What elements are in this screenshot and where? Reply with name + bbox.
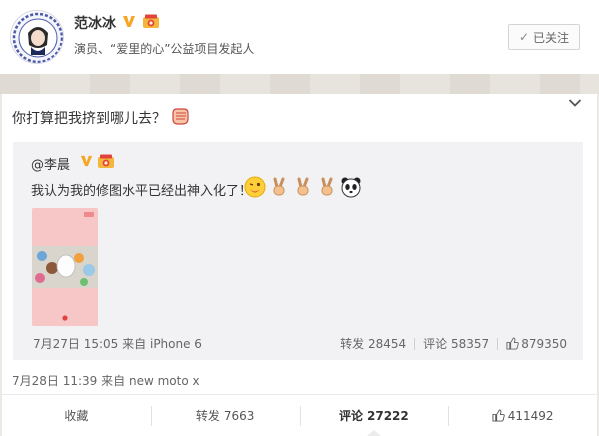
repost-forward-link[interactable]: 转发 28454 (340, 335, 406, 352)
comment-label: 评论 (338, 409, 363, 423)
forward-label: 转发 (195, 409, 220, 423)
check-icon: ✓ (518, 30, 530, 44)
repost-source[interactable]: iPhone 6 (150, 337, 202, 351)
like-count: 411492 (507, 408, 554, 423)
forward-count: 7663 (223, 408, 255, 423)
post-source[interactable]: new moto x (129, 374, 200, 388)
repost-timestamp[interactable]: 7月27日 15:05 (33, 337, 118, 351)
post-card: 你打算把我挤到哪儿去？ @李晨 我认为我的修图水平已经出神入化了！ 7月27日 … (2, 94, 597, 436)
user-name[interactable]: 范冰冰 (74, 13, 116, 33)
medal-icon[interactable] (97, 154, 115, 169)
repost-forward-count: 28454 (367, 337, 407, 351)
panda-emoji-icon (341, 177, 361, 198)
repost-like-link[interactable]: 879350 (506, 337, 567, 351)
medal-icon[interactable] (142, 14, 160, 29)
user-description: 演员、“爱里的心”公益项目发起人 (74, 42, 255, 56)
repost-forward-label: 转发 (340, 337, 365, 351)
post-source-prefix: 来自 (101, 374, 126, 388)
repost-comment-label: 评论 (423, 337, 448, 351)
repost-like-count: 879350 (521, 336, 567, 351)
fist-emoji-icon (172, 108, 189, 125)
background-strip (0, 74, 599, 94)
avatar[interactable] (10, 10, 64, 64)
verified-icon (123, 16, 135, 27)
divider (497, 337, 499, 350)
forward-button[interactable]: 转发 7663 (150, 395, 300, 436)
repost-stats: 转发 28454 评论 58357 879350 (340, 335, 567, 352)
chevron-down-icon[interactable] (568, 98, 582, 108)
follow-button[interactable]: ✓ 已关注 (508, 24, 580, 50)
post-meta: 7月28日 11:39 来自 new moto x (12, 372, 200, 389)
repost-text: 我认为我的修图水平已经出神入化了！ (31, 184, 253, 199)
like-button[interactable]: 411492 (448, 395, 597, 436)
post-timestamp[interactable]: 7月28日 11:39 (12, 374, 97, 388)
repost-comment-count: 58357 (451, 337, 490, 351)
divider (414, 337, 416, 350)
action-bar: 收藏 转发 7663 评论 27222 411492 (2, 394, 597, 436)
profile-header: 范冰冰 演员、“爱里的心”公益项目发起人 ✓ 已关注 (0, 0, 599, 74)
thumbs-up-icon (506, 337, 519, 350)
verified-icon (80, 155, 93, 167)
collect-label: 收藏 (64, 409, 89, 423)
repost-image-thumbnail[interactable] (32, 208, 98, 326)
repost-author[interactable]: @李晨 (31, 154, 70, 173)
follow-label: 已关注 (533, 30, 570, 45)
victory-hand-icon (297, 177, 309, 196)
post-text: 你打算把我挤到哪儿去？ (12, 111, 166, 127)
emoji-group (244, 176, 362, 198)
collect-button[interactable]: 收藏 (2, 395, 151, 436)
repost-source-prefix: 来自 (122, 337, 147, 351)
repost-meta: 7月27日 15:05 来自 iPhone 6 (33, 335, 202, 352)
repost-comment-link[interactable]: 评论 58357 (423, 335, 489, 352)
victory-hand-icon (321, 177, 333, 196)
comment-button[interactable]: 评论 27222 (299, 395, 449, 436)
wink-emoji-icon (244, 176, 266, 198)
reposted-content: @李晨 我认为我的修图水平已经出神入化了！ 7月27日 15:05 来自 iPh… (13, 142, 583, 360)
thumbs-up-icon (492, 409, 505, 422)
victory-hand-icon (273, 177, 285, 196)
comment-count: 27222 (367, 408, 409, 423)
